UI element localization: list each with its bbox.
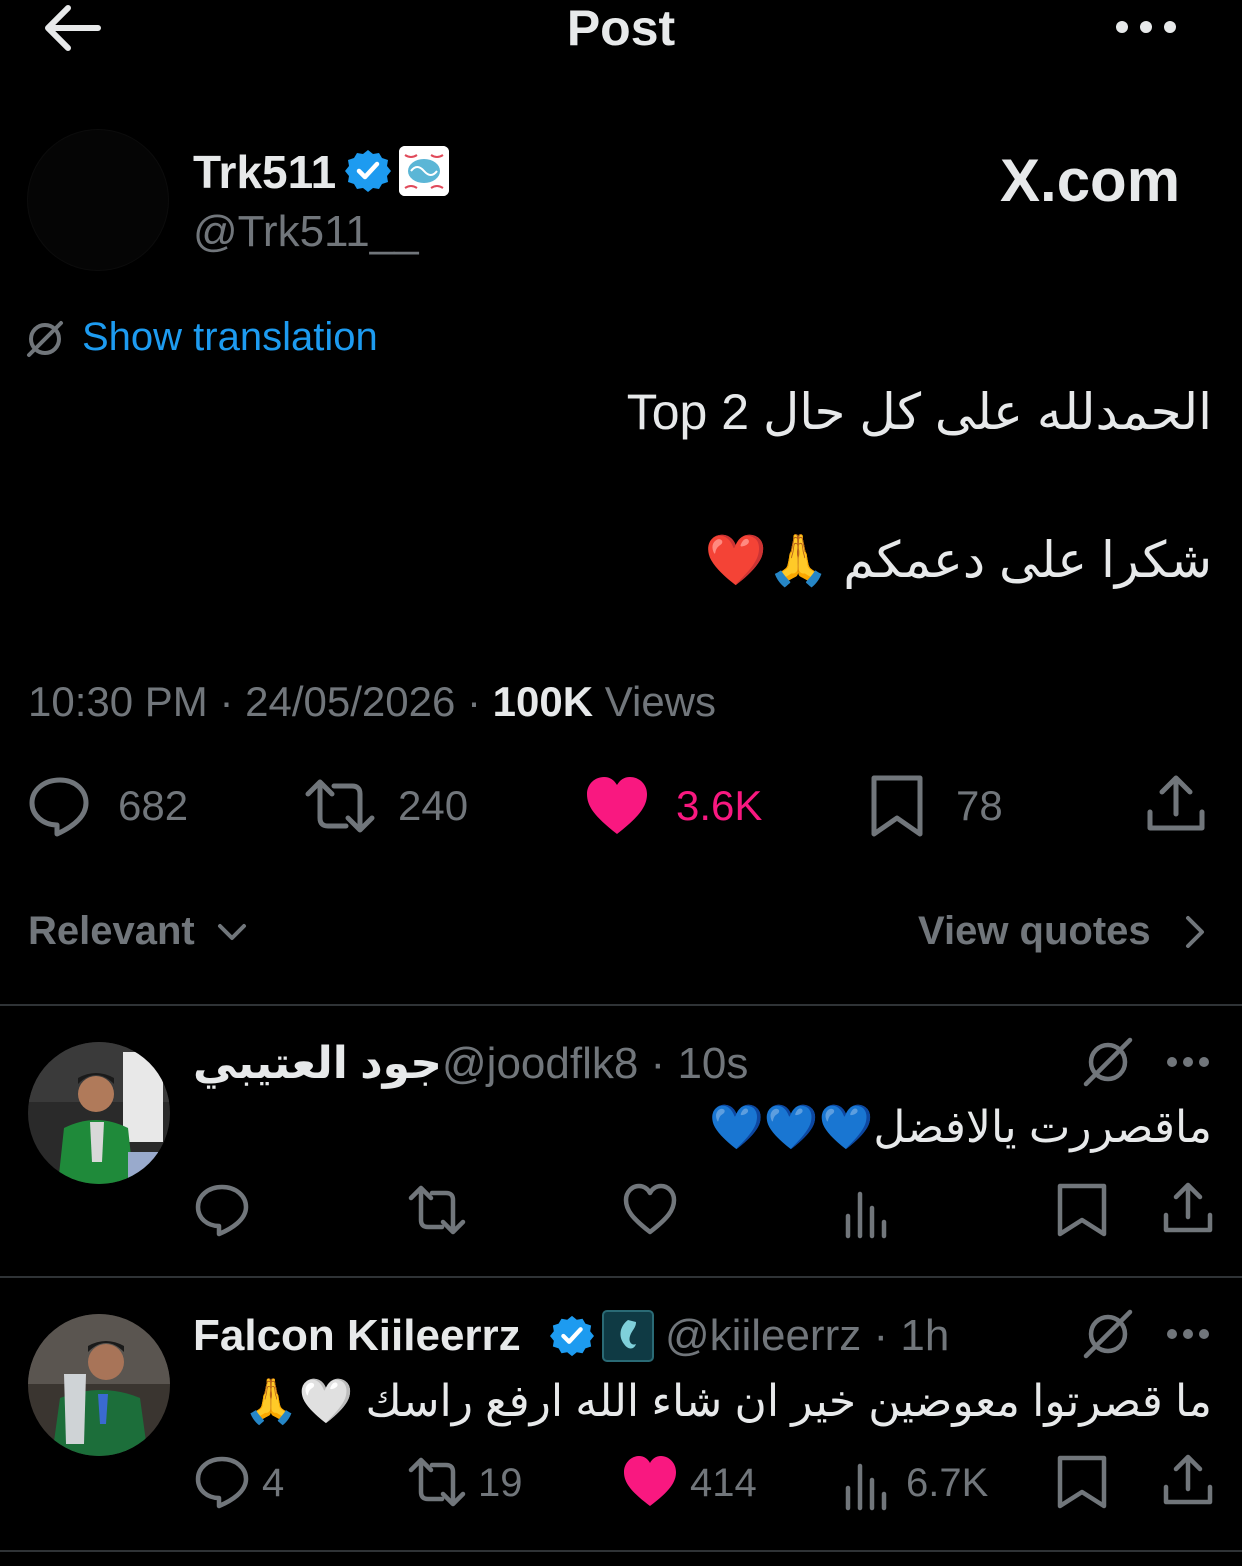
views-icon[interactable]	[840, 1458, 896, 1514]
reply-author-name[interactable]: جود العتيبي	[193, 1038, 442, 1090]
more-options-icon[interactable]	[1164, 1322, 1212, 1346]
reply-text: ماقصررت يالافضل💙💙💙	[709, 1103, 1212, 1152]
reply-icon[interactable]	[194, 1182, 250, 1238]
meta-separator: ·	[861, 1311, 901, 1360]
share-icon[interactable]	[1144, 772, 1208, 836]
verified-badge-icon	[550, 1315, 594, 1357]
chevron-down-icon[interactable]	[214, 914, 250, 950]
watermark-text: X.com	[1000, 147, 1181, 214]
reply-meta: @kiileerrz · 1h	[665, 1310, 949, 1362]
translate-icon[interactable]	[24, 318, 66, 360]
like-filled-icon[interactable]	[622, 1454, 678, 1510]
meta-separator: ·	[638, 1039, 678, 1088]
post-meta: 10:30 PM · 24/05/2026 · 100K Views	[28, 676, 716, 728]
repost-count: 240	[398, 782, 469, 829]
translate-icon[interactable]	[1080, 1034, 1136, 1090]
like-icon[interactable]	[622, 1182, 678, 1238]
post-date[interactable]: 24/05/2026	[245, 678, 455, 725]
translate-icon[interactable]	[1080, 1306, 1136, 1362]
more-options-icon[interactable]	[1164, 1050, 1212, 1074]
divider	[0, 1004, 1242, 1006]
show-translation-link[interactable]: Show translation	[82, 312, 378, 362]
bookmark-icon[interactable]	[868, 774, 926, 838]
affiliation-badge-icon	[399, 146, 449, 196]
sort-dropdown[interactable]: Relevant	[28, 906, 195, 956]
bookmark-count: 78	[956, 782, 1003, 829]
post-time[interactable]: 10:30 PM	[28, 678, 208, 725]
more-options-icon[interactable]	[1112, 12, 1180, 42]
reply-text: ما قصرتوا معوضين خير ان شاء الله ارفع را…	[243, 1377, 1212, 1426]
chevron-right-icon[interactable]	[1176, 912, 1212, 952]
like-filled-icon[interactable]	[584, 774, 650, 838]
reply-avatar[interactable]	[28, 1042, 170, 1184]
meta-separator: ·	[219, 678, 246, 725]
reply-icon[interactable]	[194, 1454, 250, 1510]
reply-avatar[interactable]	[28, 1314, 170, 1456]
reply-count: 4	[262, 1461, 285, 1505]
like-count: 3.6K	[676, 782, 763, 829]
divider	[0, 1276, 1242, 1278]
author-handle[interactable]: @Trk511__	[193, 206, 419, 258]
reply-handle[interactable]: @kiileerrz	[665, 1311, 861, 1360]
views-count: 6.7K	[906, 1461, 989, 1505]
like-count: 414	[690, 1461, 757, 1505]
verified-badge-icon	[345, 150, 391, 192]
reply-icon[interactable]	[28, 774, 92, 838]
author-avatar[interactable]	[28, 130, 168, 270]
divider	[0, 1550, 1242, 1552]
affiliation-badge-icon	[602, 1310, 654, 1362]
reply-count: 682	[118, 782, 189, 829]
page-title: Post	[566, 0, 676, 56]
share-icon[interactable]	[1160, 1452, 1216, 1508]
reply-author-name[interactable]: Falcon Kiileerrz	[193, 1310, 521, 1362]
tweet-text-line-2: شكرا على دعمكم 🙏❤️	[704, 532, 1212, 588]
tweet-text-line-1: الحمدلله على كل حال Top 2	[626, 384, 1212, 440]
view-quotes-link[interactable]: View quotes	[918, 906, 1151, 956]
repost-icon[interactable]	[406, 1182, 468, 1238]
views-label: Views	[604, 678, 717, 725]
view-count: 100K	[492, 678, 594, 725]
reply-meta: @joodflk8 · 10s	[442, 1038, 748, 1090]
bookmark-icon[interactable]	[1054, 1454, 1110, 1510]
reply-time[interactable]: 10s	[677, 1039, 748, 1088]
share-icon[interactable]	[1160, 1180, 1216, 1236]
reply-time[interactable]: 1h	[900, 1311, 949, 1360]
author-name[interactable]: Trk511	[193, 146, 336, 198]
repost-icon[interactable]	[406, 1454, 468, 1510]
meta-separator: ·	[467, 678, 493, 725]
views-icon[interactable]	[840, 1186, 896, 1242]
bookmark-icon[interactable]	[1054, 1182, 1110, 1238]
reply-handle[interactable]: @joodflk8	[442, 1039, 638, 1088]
repost-count: 19	[478, 1461, 523, 1505]
repost-icon[interactable]	[302, 774, 378, 838]
